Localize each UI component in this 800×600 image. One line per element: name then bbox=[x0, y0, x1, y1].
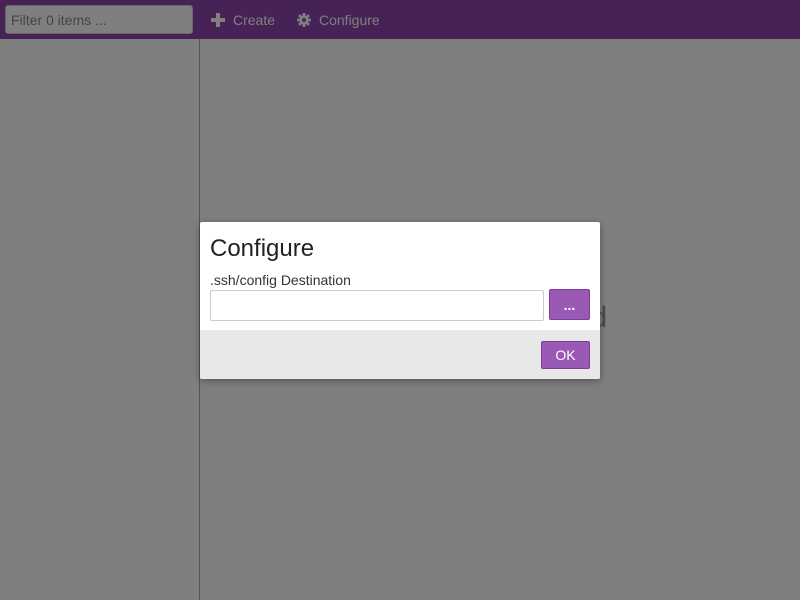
destination-input[interactable] bbox=[210, 290, 544, 321]
dialog-title: Configure bbox=[210, 235, 315, 262]
dialog-footer: OK bbox=[200, 330, 600, 379]
browse-button[interactable]: ... bbox=[549, 289, 590, 320]
configure-dialog: Configure .ssh/config Destination ... OK bbox=[200, 222, 600, 379]
destination-label: .ssh/config Destination bbox=[210, 272, 351, 288]
ok-button[interactable]: OK bbox=[541, 341, 590, 369]
